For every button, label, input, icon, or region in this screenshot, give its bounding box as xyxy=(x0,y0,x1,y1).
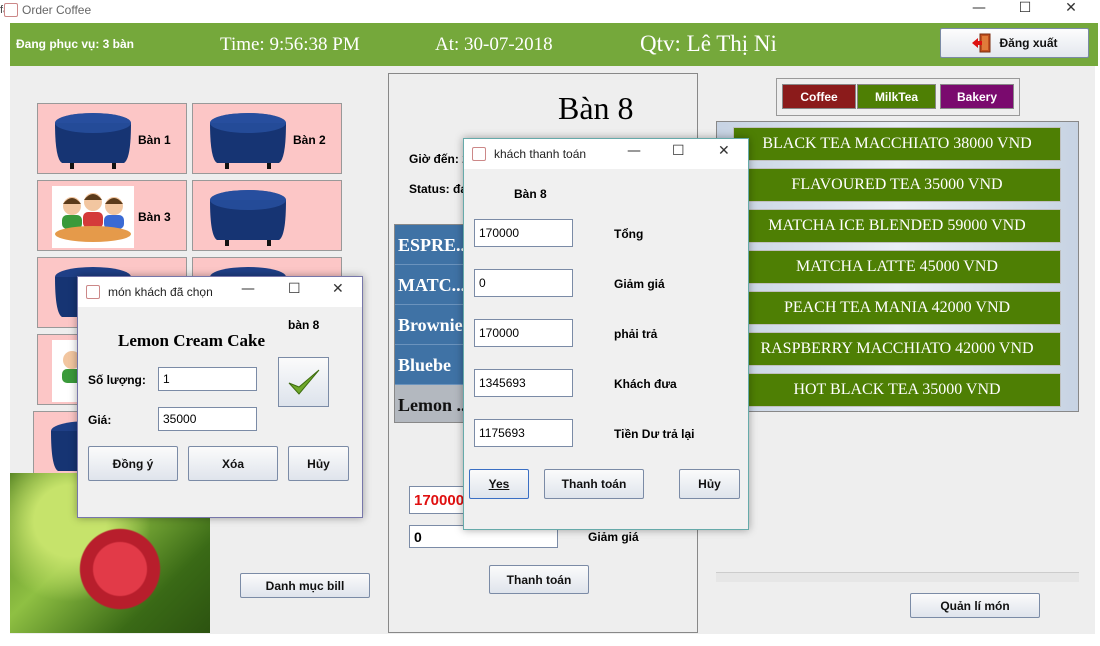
dialog-titlebar: món khách đã chọn — ☐ ✕ xyxy=(78,277,362,307)
selected-item-dialog: món khách đã chọn — ☐ ✕ bàn 8 Lemon Crea… xyxy=(77,276,363,518)
status-label: Status: đa xyxy=(409,182,468,196)
occupied-table-icon xyxy=(52,186,134,248)
pay-button[interactable]: Thanh toán xyxy=(544,469,644,499)
menu-item[interactable]: RASPBERRY MACCHIATO 42000 VND xyxy=(733,332,1061,366)
menu-item[interactable]: FLAVOURED TEA 35000 VND xyxy=(733,168,1061,202)
table-label: Bàn 2 xyxy=(293,133,326,147)
dialog-title: món khách đã chọn xyxy=(108,285,213,299)
list-item-selected[interactable]: Lemon ... xyxy=(395,385,463,422)
menu-items-panel: BLACK TEA MACCHIATO 38000 VND FLAVOURED … xyxy=(716,121,1079,412)
order-discount-label: Giảm giá xyxy=(588,530,639,544)
order-pay-button[interactable]: Thanh toán xyxy=(489,565,589,594)
total-field[interactable]: 170000 xyxy=(474,219,573,247)
order-table-title: Bàn 8 xyxy=(558,90,634,126)
close-dialog-button[interactable]: ✕ xyxy=(332,281,344,297)
table-label: Bàn 3 xyxy=(138,210,171,224)
confirm-check-button[interactable] xyxy=(278,357,329,407)
list-item[interactable]: Bluebe xyxy=(395,345,463,385)
discount-label: Giảm giá xyxy=(614,277,665,291)
change-label: Tiền Dư trả lại xyxy=(614,427,695,441)
category-tabs: Coffee MilkTea Bakery xyxy=(776,78,1020,116)
logout-label: Đăng xuất xyxy=(999,36,1058,50)
total-label: Tổng xyxy=(614,227,644,241)
menu-item[interactable]: HOT BLACK TEA 35000 VND xyxy=(733,373,1061,407)
serving-count: Đang phục vụ: 3 bàn xyxy=(16,37,135,51)
menu-item[interactable]: MATCHA LATTE 45000 VND xyxy=(733,250,1061,284)
item-name: Lemon Cream Cake xyxy=(118,331,265,350)
empty-table-icon xyxy=(210,113,286,169)
logout-button[interactable]: Đăng xuất xyxy=(940,28,1089,58)
quantity-field[interactable]: 1 xyxy=(158,367,257,391)
arrival-time-label: Giờ đến: 2 xyxy=(409,152,469,166)
customer-paid-field[interactable]: 1345693 xyxy=(474,369,573,397)
header-bar: Đang phục vụ: 3 bàn Time: 9:56:38 PM At:… xyxy=(10,23,1098,66)
tab-bakery[interactable]: Bakery xyxy=(940,84,1014,109)
window-title: Order Coffee xyxy=(22,3,92,17)
maximize-button[interactable]: ☐ xyxy=(1002,0,1048,22)
dialog-table-label: bàn 8 xyxy=(288,318,320,332)
tab-label: Coffee xyxy=(800,89,838,104)
delete-button[interactable]: Xóa xyxy=(188,446,278,481)
menu-horizontal-scrollbar[interactable] xyxy=(716,572,1079,582)
payment-dialog: khách thanh toán — ☐ ✕ Bàn 8 170000 Tổng… xyxy=(463,138,749,530)
menu-item[interactable]: PEACH TEA MANIA 42000 VND xyxy=(733,291,1061,325)
quantity-label: Số lượng: xyxy=(88,373,146,387)
tab-label: MilkTea xyxy=(874,89,919,104)
table-tile-3[interactable]: Bàn 3 xyxy=(37,180,187,251)
java-app-icon xyxy=(86,285,100,299)
customer-paid-label: Khách đưa xyxy=(614,377,677,391)
empty-table-icon xyxy=(55,113,131,169)
close-window-button[interactable]: ✕ xyxy=(1048,0,1094,22)
table-tile-2[interactable]: Bàn 2 xyxy=(192,103,342,174)
dialog-table-label: Bàn 8 xyxy=(514,187,547,201)
main-window-titlebar: fa Order Coffee — ☐ ✕ xyxy=(0,0,1100,22)
list-item[interactable]: Brownie xyxy=(395,305,463,345)
list-item[interactable]: MATC... xyxy=(395,265,463,305)
manage-items-button[interactable]: Quản lí món xyxy=(910,593,1040,618)
amount-due-field[interactable]: 170000 xyxy=(474,319,573,347)
minimize-button[interactable]: — xyxy=(956,0,1002,22)
tab-milktea[interactable]: MilkTea xyxy=(857,84,936,109)
tab-coffee[interactable]: Coffee xyxy=(782,84,856,109)
change-field[interactable]: 1175693 xyxy=(474,419,573,447)
tab-label: Bakery xyxy=(956,89,998,104)
table-tile-1[interactable]: Bàn 1 xyxy=(37,103,187,174)
checkmark-icon xyxy=(288,369,319,395)
amount-due-label: phải trả xyxy=(614,327,658,341)
menu-item[interactable]: MATCHA ICE BLENDED 59000 VND xyxy=(733,209,1061,243)
cancel-button[interactable]: Hủy xyxy=(288,446,349,481)
price-field[interactable]: 35000 xyxy=(158,407,257,431)
price-label: Giá: xyxy=(88,413,112,427)
minimize-button[interactable]: — xyxy=(241,281,255,297)
close-dialog-button[interactable]: ✕ xyxy=(718,143,730,159)
java-app-icon xyxy=(472,147,486,161)
admin-name: Qtv: Lê Thị Ni xyxy=(640,31,777,56)
discount-field[interactable]: 0 xyxy=(474,269,573,297)
dialog-titlebar: khách thanh toán — ☐ ✕ xyxy=(464,139,748,169)
current-time: Time: 9:56:38 PM xyxy=(220,34,360,55)
ordered-items-list[interactable]: ESPRE... MATC... Brownie Bluebe Lemon ..… xyxy=(394,224,464,423)
order-total-field[interactable]: 170000 xyxy=(409,486,469,514)
current-date: At: 30-07-2018 xyxy=(435,34,553,55)
menu-item[interactable]: BLACK TEA MACCHIATO 38000 VND xyxy=(733,127,1061,161)
empty-table-icon xyxy=(210,190,286,246)
table-label: Bàn 1 xyxy=(138,133,171,147)
maximize-button[interactable]: ☐ xyxy=(288,281,301,297)
minimize-button[interactable]: — xyxy=(627,143,641,159)
table-tile-4[interactable] xyxy=(192,180,342,251)
yes-button[interactable]: Yes xyxy=(469,469,529,499)
java-app-icon xyxy=(4,3,18,17)
dialog-title: khách thanh toán xyxy=(494,147,587,161)
agree-button[interactable]: Đồng ý xyxy=(88,446,178,481)
bill-list-button[interactable]: Danh mục bill xyxy=(240,573,370,598)
cancel-button[interactable]: Hủy xyxy=(679,469,740,499)
maximize-button[interactable]: ☐ xyxy=(672,143,685,159)
door-exit-icon xyxy=(972,33,991,53)
list-item[interactable]: ESPRE... xyxy=(395,225,463,265)
